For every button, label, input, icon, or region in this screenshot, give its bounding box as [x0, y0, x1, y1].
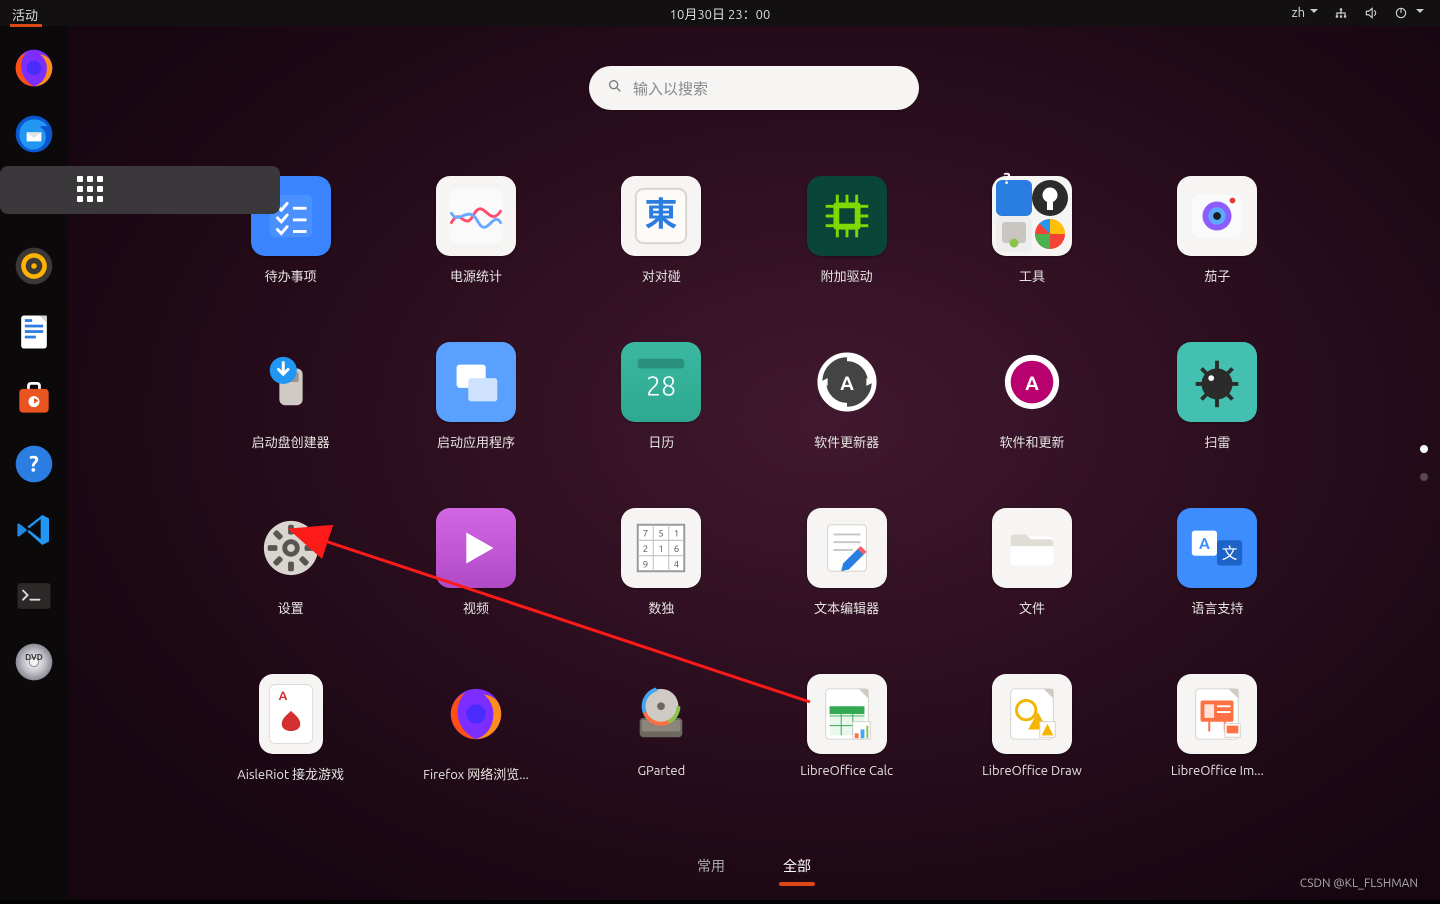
app-grid: 待办事项 电源统计 東对对碰 附加驱动 ? 工具 茄子 启动盘创建器 启动应用程…	[68, 166, 1440, 830]
svg-text:1: 1	[659, 543, 664, 554]
app-label: 软件和更新	[999, 432, 1064, 451]
svg-text:5: 5	[659, 527, 664, 538]
app-label: 视频	[463, 598, 489, 617]
svg-text:1: 1	[674, 527, 679, 538]
dock-dvd[interactable]: DVD	[10, 638, 58, 686]
dock: ? DVD	[0, 26, 68, 900]
page-indicator[interactable]	[1420, 445, 1428, 481]
app-label: 软件更新器	[814, 432, 879, 451]
watermark: CSDN @KL_FLSHMAN	[1300, 877, 1418, 890]
app-label: 附加驱动	[821, 266, 873, 285]
svg-text:7: 7	[643, 527, 648, 538]
svg-text:?: ?	[29, 451, 39, 476]
tab-all[interactable]: 全部	[779, 850, 815, 882]
app-calendar[interactable]: 28 日历	[579, 342, 744, 498]
svg-text:A: A	[1199, 535, 1210, 552]
dock-firefox[interactable]	[10, 44, 58, 92]
app-files[interactable]: 文件	[949, 508, 1114, 664]
app-label: LibreOffice Im...	[1171, 764, 1264, 778]
svg-text:28: 28	[646, 372, 677, 402]
app-mahjongg[interactable]: 東对对碰	[579, 176, 744, 332]
app-label: 设置	[278, 598, 304, 617]
app-firefox[interactable]: Firefox 网络浏览...	[393, 674, 558, 830]
svg-text:?: ?	[1003, 170, 1010, 188]
dock-vscode[interactable]	[10, 506, 58, 554]
app-startup-apps[interactable]: 启动应用程序	[393, 342, 558, 498]
app-libreoffice-calc[interactable]: LibreOffice Calc	[764, 674, 929, 830]
svg-text:DVD: DVD	[25, 652, 43, 662]
app-label: Firefox 网络浏览...	[423, 764, 529, 783]
dock-help[interactable]: ?	[10, 440, 58, 488]
dock-software[interactable]	[10, 374, 58, 422]
app-utilities-group[interactable]: ? 工具	[949, 176, 1114, 332]
dock-thunderbird[interactable]	[10, 110, 58, 158]
app-libreoffice-impress[interactable]: LibreOffice Im...	[1135, 674, 1300, 830]
svg-text:4: 4	[674, 558, 679, 569]
dock-terminal[interactable]	[10, 572, 58, 620]
app-label: 电源统计	[450, 266, 502, 285]
app-label: 文件	[1019, 598, 1045, 617]
show-apps-button[interactable]	[0, 166, 280, 214]
app-label: 语言支持	[1191, 598, 1243, 617]
activities-button[interactable]: 活动	[0, 1, 50, 26]
app-label: LibreOffice Draw	[982, 764, 1082, 778]
app-label: 启动应用程序	[437, 432, 515, 451]
app-cheese[interactable]: 茄子	[1135, 176, 1300, 332]
volume-icon[interactable]	[1364, 6, 1378, 20]
app-label: 对对碰	[642, 266, 681, 285]
svg-text:2: 2	[643, 543, 648, 554]
app-label: 数独	[648, 598, 674, 617]
app-software-and-updates[interactable]: A 软件和更新	[949, 342, 1114, 498]
network-icon[interactable]	[1334, 6, 1348, 20]
svg-text:東: 東	[645, 196, 678, 233]
view-tabs: 常用 全部	[68, 850, 1440, 882]
app-mines[interactable]: 扫雷	[1135, 342, 1300, 498]
search-input[interactable]	[633, 80, 901, 97]
app-label: LibreOffice Calc	[800, 764, 893, 778]
dock-rhythmbox[interactable]	[10, 242, 58, 290]
app-label: 待办事项	[265, 266, 317, 285]
app-label: 日历	[648, 432, 674, 451]
app-sudoku[interactable]: 75121694数独	[579, 508, 744, 664]
app-label: 茄子	[1204, 266, 1230, 285]
app-aisleriot[interactable]: A AisleRiot 接龙游戏	[208, 674, 373, 830]
tab-frequent[interactable]: 常用	[693, 850, 729, 882]
dock-writer[interactable]	[10, 308, 58, 356]
app-label: 工具	[1019, 266, 1045, 285]
app-label: 扫雷	[1204, 432, 1230, 451]
app-power-stats[interactable]: 电源统计	[393, 176, 558, 332]
clock[interactable]: 10月30日 23：00	[670, 4, 771, 23]
svg-text:9: 9	[643, 558, 648, 569]
app-label: AisleRiot 接龙游戏	[237, 764, 344, 783]
search-icon	[607, 78, 623, 98]
svg-text:文: 文	[1222, 545, 1238, 562]
search-bar[interactable]	[589, 66, 919, 110]
app-libreoffice-draw[interactable]: LibreOffice Draw	[949, 674, 1114, 830]
svg-text:A: A	[840, 372, 854, 394]
app-software-updater[interactable]: A 软件更新器	[764, 342, 929, 498]
app-settings[interactable]: 设置	[208, 508, 373, 664]
power-icon[interactable]	[1394, 6, 1424, 20]
app-gparted[interactable]: GParted	[579, 674, 744, 830]
top-panel: 活动 10月30日 23：00 zh	[0, 0, 1440, 26]
app-label: 文本编辑器	[814, 598, 879, 617]
input-source-indicator[interactable]: zh	[1292, 6, 1318, 20]
overview: 待办事项 电源统计 東对对碰 附加驱动 ? 工具 茄子 启动盘创建器 启动应用程…	[68, 26, 1440, 900]
svg-text:A: A	[278, 689, 287, 703]
app-label: GParted	[637, 764, 685, 778]
svg-text:A: A	[1025, 372, 1039, 394]
app-startup-disk-creator[interactable]: 启动盘创建器	[208, 342, 373, 498]
app-additional-drivers[interactable]: 附加驱动	[764, 176, 929, 332]
app-text-editor[interactable]: 文本编辑器	[764, 508, 929, 664]
svg-text:6: 6	[674, 543, 679, 554]
app-language-support[interactable]: A文语言支持	[1135, 508, 1300, 664]
app-label: 启动盘创建器	[252, 432, 330, 451]
app-videos[interactable]: 视频	[393, 508, 558, 664]
